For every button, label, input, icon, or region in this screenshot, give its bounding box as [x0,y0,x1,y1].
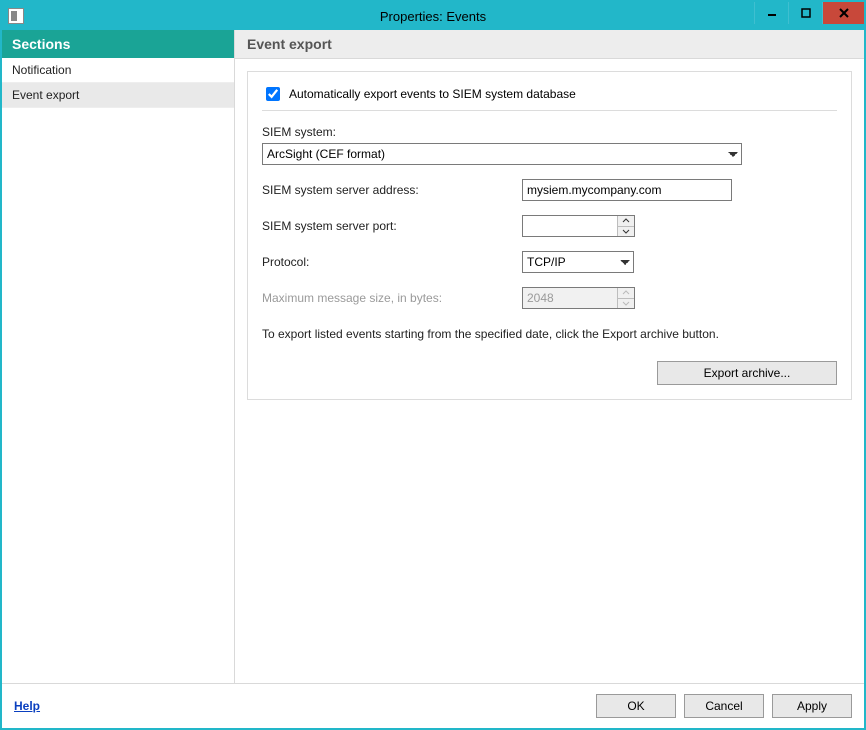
sidebar-item-event-export[interactable]: Event export [2,83,234,108]
server-port-spin-up[interactable] [618,216,634,226]
maximize-icon [801,8,811,18]
max-msg-size-spin-down [618,298,634,309]
max-msg-size-spin-buttons [617,288,634,308]
server-port-input[interactable] [523,216,617,236]
dialog-window: Properties: Events Sections Notification [0,0,866,730]
server-port-spin-buttons [617,216,634,236]
close-button[interactable] [822,2,864,24]
server-address-input[interactable] [522,179,732,201]
minimize-icon [767,8,777,18]
chevron-up-icon [622,290,630,295]
titlebar: Properties: Events [2,2,864,30]
window-title: Properties: Events [2,9,864,24]
sidebar-header: Sections [2,30,234,58]
footer: Help OK Cancel Apply [2,684,864,728]
max-msg-size-spin-up [618,288,634,298]
page-title: Event export [235,30,864,59]
ok-button[interactable]: OK [596,694,676,718]
export-button-row: Export archive... [262,361,837,385]
siem-system-field: SIEM system: ArcSight (CEF format) [262,125,837,165]
max-msg-size-input [523,288,617,308]
server-address-label: SIEM system server address: [262,183,522,197]
max-msg-size-label: Maximum message size, in bytes: [262,291,522,305]
server-port-spin-down[interactable] [618,226,634,237]
divider [262,110,837,111]
server-port-label: SIEM system server port: [262,219,522,233]
columns: Sections Notification Event export Event… [2,30,864,684]
cancel-button[interactable]: Cancel [684,694,764,718]
auto-export-checkbox[interactable] [266,87,280,101]
sidebar-item-label: Event export [12,88,79,102]
window-controls [754,2,864,30]
export-archive-button[interactable]: Export archive... [657,361,837,385]
apply-button[interactable]: Apply [772,694,852,718]
app-icon [8,8,24,24]
export-note: To export listed events starting from th… [262,327,837,341]
chevron-up-icon [622,218,630,223]
protocol-label: Protocol: [262,255,522,269]
auto-export-row: Automatically export events to SIEM syst… [262,84,837,104]
content-area: Automatically export events to SIEM syst… [235,59,864,683]
siem-system-select[interactable]: ArcSight (CEF format) [262,143,742,165]
help-link[interactable]: Help [14,699,40,713]
chevron-down-icon [622,229,630,234]
max-msg-size-spinner [522,287,635,309]
sidebar: Sections Notification Event export [2,30,235,683]
chevron-down-icon [622,301,630,306]
dialog-body: Sections Notification Event export Event… [2,30,864,728]
sidebar-item-label: Notification [12,63,71,77]
settings-panel: Automatically export events to SIEM syst… [247,71,852,400]
protocol-select[interactable]: TCP/IP [522,251,634,273]
close-icon [838,7,850,19]
maximize-button[interactable] [788,2,822,24]
server-port-spinner [522,215,635,237]
siem-system-label: SIEM system: [262,125,837,139]
form-grid: SIEM system server address: SIEM system … [262,179,837,309]
main: Event export Automatically export events… [235,30,864,683]
auto-export-label: Automatically export events to SIEM syst… [289,87,576,101]
minimize-button[interactable] [754,2,788,24]
sidebar-item-notification[interactable]: Notification [2,58,234,83]
